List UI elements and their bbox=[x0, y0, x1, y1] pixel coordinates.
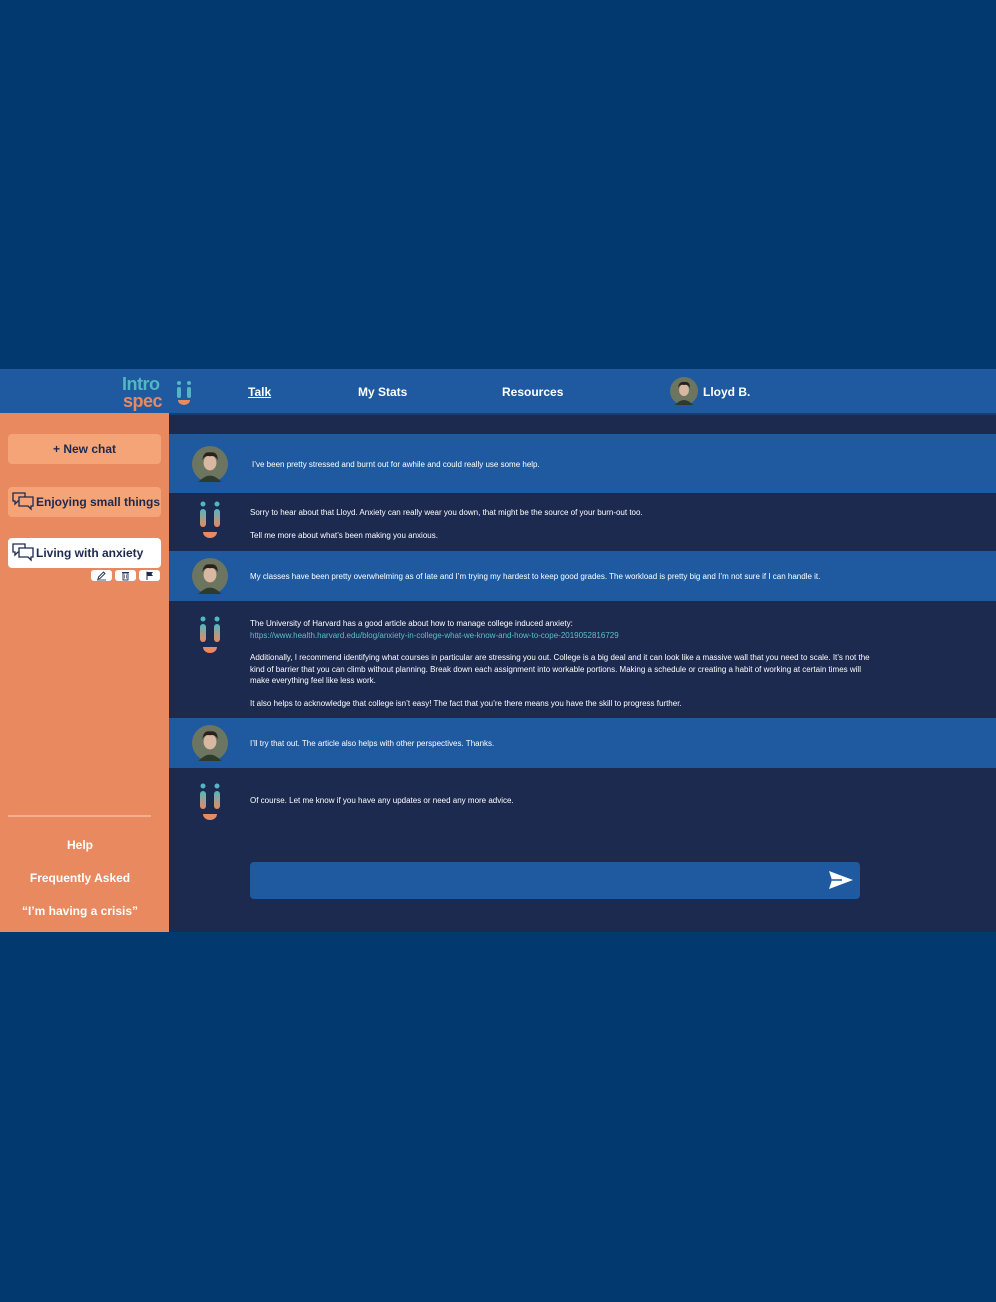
trash-icon bbox=[122, 572, 129, 581]
message-paragraph: Additionally, I recommend identifying wh… bbox=[250, 653, 870, 685]
app-window: Intro spec Talk My Stats Resources Lloyd… bbox=[0, 369, 996, 932]
sidebar-divider bbox=[8, 815, 151, 817]
user-avatar bbox=[192, 558, 228, 594]
user-message: I’ve been pretty stressed and burnt out … bbox=[169, 434, 996, 493]
user-message: My classes have been pretty overwhelming… bbox=[169, 551, 996, 601]
bot-face-icon bbox=[200, 616, 220, 653]
chat-item-label: Enjoying small things bbox=[36, 495, 161, 509]
help-link[interactable]: Help bbox=[0, 838, 160, 852]
message-text: Of course. Let me know if you have any u… bbox=[250, 796, 514, 805]
message-input[interactable] bbox=[260, 870, 814, 892]
message-paragraph: Sorry to hear about that Lloyd. Anxiety … bbox=[250, 508, 643, 517]
flag-icon bbox=[146, 571, 153, 580]
chat-thread: I’ve been pretty stressed and burnt out … bbox=[169, 413, 996, 932]
pencil-icon bbox=[97, 571, 106, 581]
bot-message: Of course. Let me know if you have any u… bbox=[169, 768, 996, 848]
faq-link[interactable]: Frequently Asked bbox=[0, 871, 160, 885]
sidebar: + New chat Enjoying small things Living … bbox=[0, 413, 169, 932]
nav-resources[interactable]: Resources bbox=[502, 385, 563, 399]
introspec-logo[interactable]: Intro spec bbox=[122, 372, 198, 412]
nav-talk[interactable]: Talk bbox=[248, 385, 271, 399]
crisis-link[interactable]: “I’m having a crisis” bbox=[0, 904, 160, 918]
edit-chat-button[interactable] bbox=[91, 570, 112, 581]
message-text: I’ve been pretty stressed and burnt out … bbox=[252, 460, 540, 469]
message-text: I’ll try that out. The article also help… bbox=[250, 739, 495, 748]
chat-bubbles-icon bbox=[12, 543, 34, 562]
bot-face-icon bbox=[200, 783, 220, 820]
top-navigation: Intro spec Talk My Stats Resources Lloyd… bbox=[0, 369, 996, 415]
message-composer bbox=[250, 862, 860, 899]
chat-bubbles-icon bbox=[12, 492, 34, 511]
bot-message: Sorry to hear about that Lloyd. Anxiety … bbox=[169, 493, 996, 551]
flag-chat-button[interactable] bbox=[139, 570, 160, 581]
user-name: Lloyd B. bbox=[703, 385, 751, 399]
message-text: The University of Harvard has a good art… bbox=[250, 618, 880, 709]
nav-my-stats[interactable]: My Stats bbox=[358, 385, 407, 399]
chat-item-label: Living with anxiety bbox=[36, 546, 144, 560]
new-chat-button[interactable]: + New chat bbox=[8, 434, 161, 464]
user-message: I’ll try that out. The article also help… bbox=[169, 718, 996, 768]
logo-word-spec: spec bbox=[123, 391, 163, 411]
message-text: Sorry to hear about that Lloyd. Anxiety … bbox=[250, 507, 880, 541]
send-icon[interactable] bbox=[828, 870, 854, 890]
message-text: My classes have been pretty overwhelming… bbox=[250, 572, 821, 581]
bot-message: The University of Harvard has a good art… bbox=[169, 601, 996, 718]
message-paragraph: The University of Harvard has a good art… bbox=[250, 619, 573, 628]
logo-mark-icon bbox=[177, 381, 191, 405]
user-avatar bbox=[670, 377, 698, 405]
user-avatar bbox=[192, 725, 228, 761]
user-avatar bbox=[192, 446, 228, 482]
message-paragraph: Tell me more about what’s been making yo… bbox=[250, 530, 438, 540]
message-paragraph: It also helps to acknowledge that colleg… bbox=[250, 698, 682, 708]
chat-item-living-with-anxiety[interactable]: Living with anxiety bbox=[8, 538, 161, 568]
chat-item-enjoying-small-things[interactable]: Enjoying small things bbox=[8, 487, 161, 517]
article-link[interactable]: https://www.health.harvard.edu/blog/anxi… bbox=[250, 630, 880, 642]
delete-chat-button[interactable] bbox=[115, 570, 136, 581]
bot-face-icon bbox=[200, 501, 220, 538]
